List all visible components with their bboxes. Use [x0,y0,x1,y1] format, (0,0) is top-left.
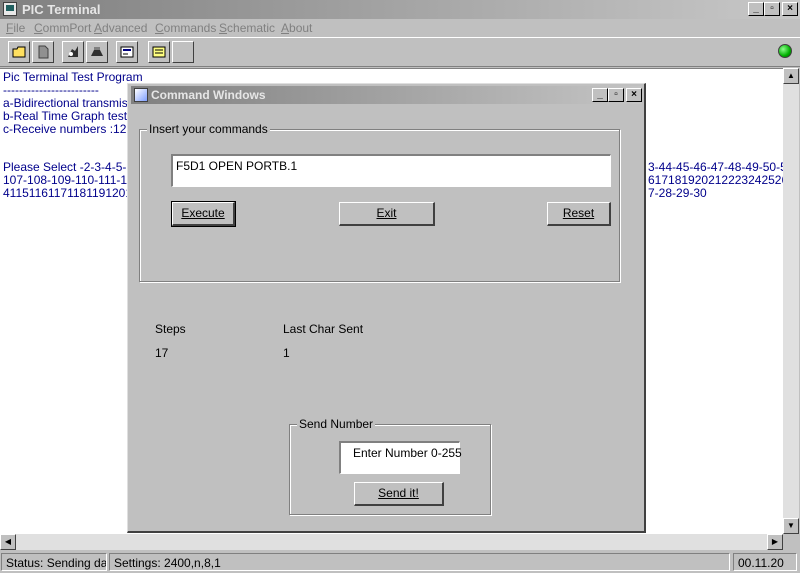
dialog-title: Command Windows [151,88,266,102]
disconnect-button[interactable] [86,41,108,63]
dialog-title-bar[interactable]: Command Windows _ ▫ × [131,86,642,104]
terminal-line: 107-108-109-110-111-112 [3,173,140,187]
menu-advanced[interactable]: Advanced [94,21,147,35]
terminal-line: 4115116117118119120121 [3,186,146,200]
dialog-icon [134,88,148,102]
scroll-up-icon[interactable]: ▲ [783,68,799,84]
execute-button-label: Execute [181,206,225,220]
connect-icon [68,46,78,57]
terminal-line: c-Receive numbers :127 t [3,122,140,136]
notes-icon [152,46,166,58]
menu-about[interactable]: About [281,21,312,35]
terminal-line: Pic Terminal Test Program [3,70,143,84]
dialog-close-button[interactable]: × [626,88,642,102]
scroll-right-icon[interactable]: ▶ [767,534,783,550]
menu-file[interactable]: File [6,21,25,35]
time-text: 00.11.20 [733,553,797,571]
app-title: PIC Terminal [22,2,101,17]
commands-group-label: Insert your commands [147,122,270,136]
connect-button[interactable] [62,41,84,63]
document-icon [38,45,49,59]
connection-status-led [778,44,792,58]
dialog-minimize-button[interactable]: _ [592,88,608,102]
terminal-line: 3-44-45-46-47-48-49-50-51-5 [648,160,783,174]
close-button[interactable]: × [782,2,798,16]
menu-commands[interactable]: Commands [155,21,216,35]
document-button[interactable] [32,41,54,63]
horizontal-scrollbar[interactable]: ◀ ▶ [0,534,783,550]
dialog-maximize-button[interactable]: ▫ [608,88,624,102]
command-dialog: Command Windows _ ▫ × Insert your comman… [127,83,646,533]
terminal-line: b-Real Time Graph test [3,109,128,123]
app-icon [3,2,17,16]
steps-label: Steps [155,322,186,336]
vertical-scrollbar[interactable]: ▲ ▼ [783,68,799,534]
send-button[interactable]: Send it! [354,482,444,506]
number-input[interactable]: Enter Number 0-255 [339,441,462,474]
open-folder-icon [12,46,26,58]
properties-button[interactable] [116,41,138,63]
minimize-button[interactable]: _ [748,2,764,16]
menu-commport[interactable]: CommPort [34,21,91,35]
send-button-label: Send it! [378,486,419,500]
menu-bar: File CommPort Advanced Commands Schemati… [0,19,800,37]
status-bar: Status: Sending data Settings: 2400,n,8,… [0,551,800,573]
last-char-label: Last Char Sent [283,322,364,336]
notes-button[interactable] [148,41,170,63]
terminal-line: Please Select -2-3-4-5-6-7 [3,160,144,174]
properties-icon [120,46,134,58]
scroll-left-icon[interactable]: ◀ [0,534,16,550]
blank-toolbar-button[interactable] [172,41,194,63]
disconnect-icon [91,47,103,56]
reset-button-label: Reset [562,206,595,220]
open-folder-button[interactable] [8,41,30,63]
terminal-line: 617181920212223242526272 [648,173,783,187]
exit-button[interactable]: Exit [339,202,435,226]
reset-button[interactable]: Reset [547,202,611,226]
steps-value: 17 [155,346,169,360]
scroll-down-icon[interactable]: ▼ [783,518,799,534]
terminal-line: ------------------------ [3,83,99,97]
command-input[interactable]: F5D1 OPEN PORTB.1 [171,154,611,187]
last-char-value: 1 [283,346,290,360]
status-text: Status: Sending data [1,553,107,571]
restore-button[interactable]: ▫ [764,2,780,16]
menu-schematic[interactable]: Schematic [219,21,275,35]
toolbar [0,37,800,67]
execute-button[interactable]: Execute [171,201,236,227]
app-title-bar[interactable]: PIC Terminal _ ▫ × [0,0,800,19]
terminal-line: 7-28-29-30 [648,186,707,200]
send-number-group-label: Send Number [297,417,376,431]
settings-text: Settings: 2400,n,8,1 [109,553,730,571]
exit-button-label: Exit [376,206,397,220]
